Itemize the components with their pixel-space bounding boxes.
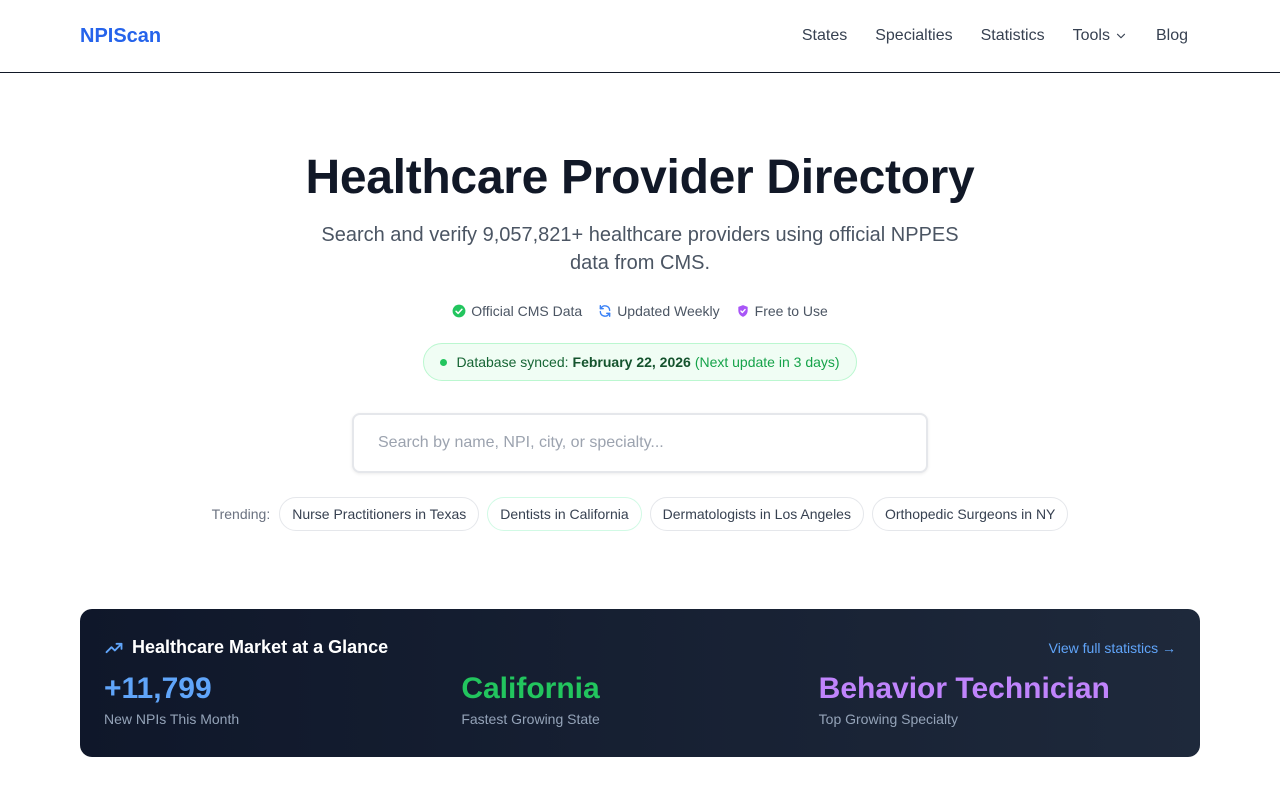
page-title: Healthcare Provider Directory [305, 151, 975, 204]
hero-subtitle: Search and verify 9,057,821+ healthcare … [321, 224, 959, 274]
trending-chip-orthopedic-surgeons-ny[interactable]: Orthopedic Surgeons in NY [871, 497, 1069, 531]
stat-new-npis: +11,799 New NPIs This Month [104, 672, 461, 727]
search-input[interactable] [354, 415, 926, 471]
brand-logo-link[interactable]: NPIScan [80, 25, 161, 48]
sync-status-badge: Database synced: February 22, 2026 (Next… [423, 343, 857, 381]
main-nav: States Specialties Statistics Tools Blog [802, 27, 1188, 45]
chevron-down-icon [1116, 33, 1126, 39]
feature-official-cms: Official CMS Data [452, 303, 582, 319]
trending-up-icon [105, 642, 123, 653]
market-header: Healthcare Market at a Glance View full … [104, 637, 1176, 658]
top-navbar: NPIScan States Specialties Statistics To… [0, 0, 1280, 73]
status-dot-icon [440, 358, 448, 366]
stat-fastest-state: California Fastest Growing State [461, 672, 818, 727]
hero-section: Healthcare Provider Directory Search and… [0, 73, 1280, 531]
stat-value: +11,799 [104, 672, 212, 705]
feature-official-label: Official CMS Data [471, 303, 583, 319]
nav-link-states[interactable]: States [802, 27, 847, 45]
feature-free-label: Free to Use [754, 303, 828, 319]
stat-label: Top Growing Specialty [818, 711, 958, 727]
stat-value: California [461, 672, 600, 705]
market-glance-card: Healthcare Market at a Glance View full … [80, 609, 1200, 757]
market-stats: +11,799 New NPIs This Month California F… [104, 672, 1176, 727]
stat-label: Fastest Growing State [461, 711, 600, 727]
refresh-icon [599, 305, 611, 317]
feature-updated-weekly: Updated Weekly [598, 303, 720, 319]
view-full-statistics-link[interactable]: View full statistics → [1049, 640, 1176, 656]
market-title: Healthcare Market at a Glance [104, 637, 388, 658]
sync-prefix: Database synced: [456, 354, 569, 370]
trending-chip-dermatologists-los-angeles[interactable]: Dermatologists in Los Angeles [649, 497, 864, 531]
stat-top-specialty: Behavior Technician Top Growing Specialt… [819, 672, 1176, 727]
market-title-text: Healthcare Market at a Glance [132, 637, 389, 657]
nav-link-statistics[interactable]: Statistics [981, 27, 1045, 45]
feature-free-to-use: Free to Use [736, 303, 828, 319]
feature-badges: Official CMS Data Updated Weekly Free to… [0, 303, 1280, 319]
search-box [352, 413, 928, 473]
check-circle-icon [452, 304, 466, 318]
trending-label: Trending: [211, 506, 271, 522]
sync-next-update: (Next update in 3 days) [694, 354, 840, 370]
shield-check-icon [737, 305, 748, 317]
nav-link-specialties[interactable]: Specialties [875, 27, 952, 45]
nav-link-blog[interactable]: Blog [1156, 27, 1188, 45]
stat-value: Behavior Technician [818, 672, 1110, 705]
trending-searches: Trending: Nurse Practitioners in Texas D… [0, 497, 1280, 531]
feature-updated-label: Updated Weekly [617, 303, 720, 319]
nav-tools-dropdown[interactable]: Tools [1073, 27, 1128, 45]
sync-date: February 22, 2026 [572, 354, 691, 370]
trending-chip-dentists-california[interactable]: Dentists in California [487, 497, 642, 531]
stat-label: New NPIs This Month [104, 711, 240, 727]
trending-chip-nurse-practitioners-texas[interactable]: Nurse Practitioners in Texas [279, 497, 480, 531]
nav-tools-label: Tools [1072, 27, 1110, 44]
